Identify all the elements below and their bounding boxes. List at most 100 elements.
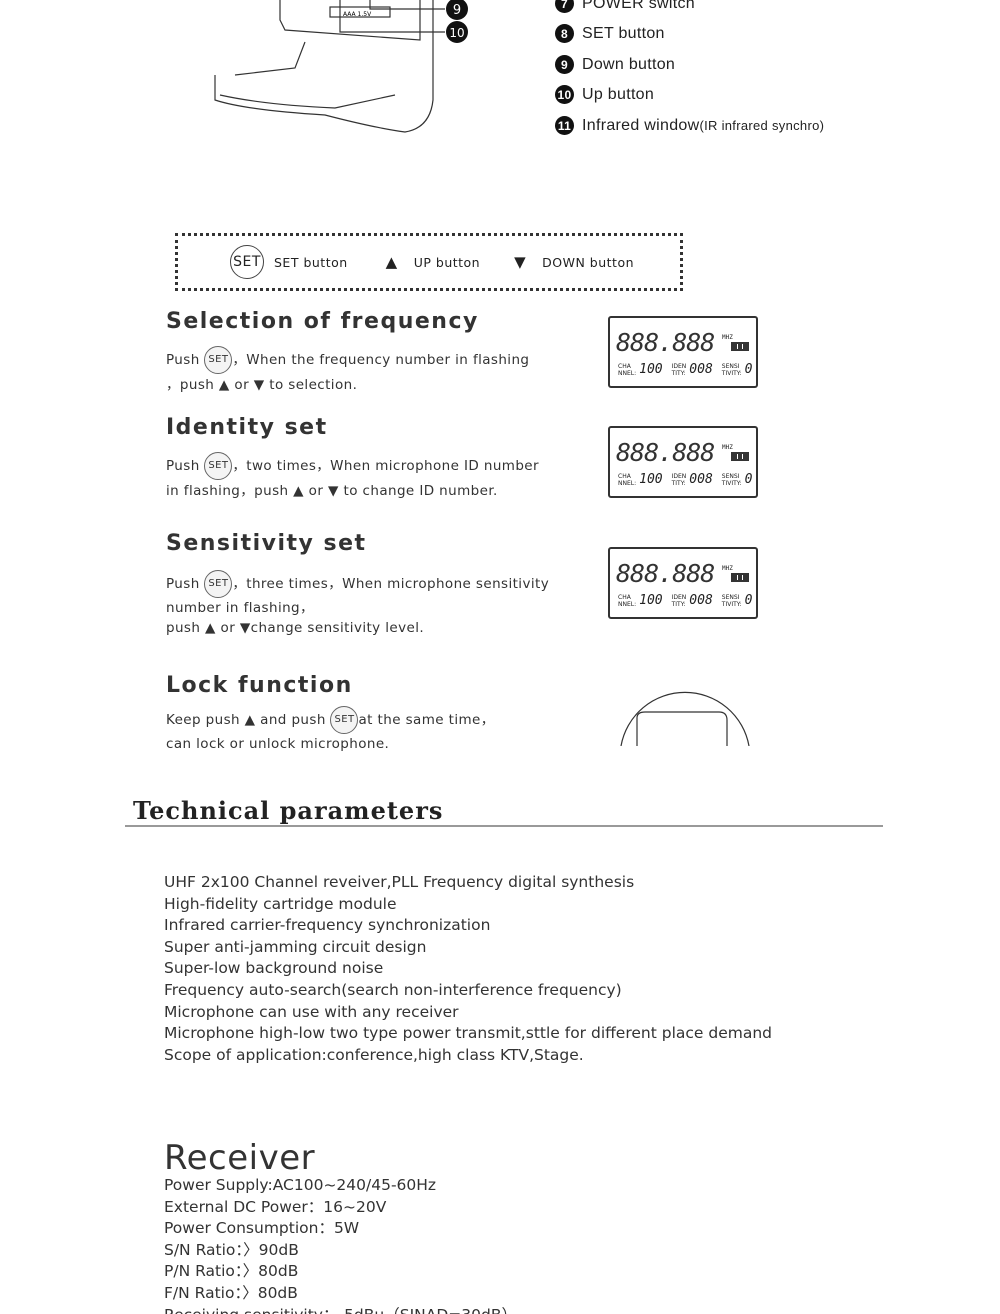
set-symbol: SET (230, 245, 264, 279)
section-text: Push SET ，When the frequency number in fl… (166, 346, 529, 396)
text-line: can lock or unlock microphone. (166, 736, 390, 752)
up-triangle-icon: ▲ (244, 712, 256, 728)
text-line: Super anti-jamming circuit design (164, 937, 427, 956)
number-badge: 10 (555, 85, 574, 104)
legend-label: SET button (582, 24, 665, 42)
battery-label: AAA 1.5V (343, 11, 372, 18)
text-line: Keep push (166, 712, 240, 728)
text-line: ，When the frequency number in flashing (232, 352, 530, 368)
text-line: External DC Power：16~20V (164, 1197, 387, 1216)
text-line: CHA NNEL: (618, 472, 637, 487)
button-key-box: SET SET button ▲ UP button ▼ DOWN button (175, 233, 683, 291)
lcd-sensitivity: 888.888 MHZ CHA NNEL: 100 IDEN TITY: 008 SENS… (608, 547, 758, 619)
text-line: Power Consumption：5W (164, 1219, 360, 1238)
tech-list: UHF 2x100 Channel reveiver,PLL Frequency… (164, 872, 772, 1066)
legend-note: (IR infrared synchro) (699, 117, 825, 133)
down-triangle-icon: ▼ (514, 253, 527, 271)
text-line: MHZ (722, 565, 733, 572)
section-text: Push SET ，three times，When microphone sen… (166, 570, 549, 638)
legend-item-7: 7 POWER switch (555, 0, 695, 13)
callout-10: 10 (449, 26, 464, 40)
set-key-label: SET button (274, 254, 348, 270)
text-line: Push (166, 576, 200, 592)
down-triangle-icon: ▼ (239, 620, 251, 636)
legend-label: Infrared window (582, 116, 700, 134)
text-line: CHA NNEL: (618, 593, 637, 608)
text-line: change sensitivity level. (250, 620, 425, 636)
text-line: 888.888 (616, 559, 715, 588)
text-line: 100 (639, 362, 663, 377)
text-line: number in flashing， (166, 600, 314, 616)
text-line: Push (166, 352, 200, 368)
callout-9: 9 (453, 3, 461, 18)
receiver-battery-diagram: 9 10 AAA 1.5V (214, 0, 468, 133)
text-line: ，three times，When microphone sensitivity (232, 576, 550, 592)
text-line: SENSI TIVITY: (721, 472, 742, 487)
section-title: Sensitivity set (166, 531, 367, 556)
text-line: Scope of application:conference,high cla… (164, 1045, 584, 1064)
battery-icon (731, 452, 749, 461)
number-badge: 8 (555, 24, 574, 43)
up-triangle-icon: ▲ (205, 620, 216, 636)
text-line: 888.888 (616, 438, 715, 467)
text-line: SENSI TIVITY: (721, 593, 742, 608)
text-line: or (308, 483, 324, 499)
battery-icon (731, 342, 749, 351)
text-line: 0 (744, 593, 753, 608)
manual-page: 9 10 AAA 1.5V 7 POWER switch 8 SET button … (0, 0, 1000, 1314)
legend-item-8: 8 SET button (555, 24, 665, 43)
legend-item-11: 11 Infrared window(IR infrared synchro) (555, 116, 824, 135)
legend-label: Up button (582, 85, 655, 103)
set-icon: SET (204, 346, 233, 374)
section-text: Keep push ▲ and push SET at the same time… (166, 706, 495, 754)
set-icon: SET (204, 570, 233, 598)
up-triangle-icon: ▲ (293, 483, 304, 499)
text-line: UHF 2x100 Channel reveiver,PLL Frequency… (164, 873, 635, 891)
battery-icon (731, 573, 749, 582)
text-line: Receiving sensitivity：-5dBu（SINAD=30dB） (164, 1305, 517, 1314)
text-line: CHA NNEL: (618, 362, 637, 377)
lcd-identity: 888.888 MHZ CHA NNEL: 100 IDEN TITY: 008 SENS… (608, 426, 758, 498)
text-line: 0 (744, 362, 753, 377)
text-line: or (234, 377, 250, 393)
lcd-frequency: 888.888 MHZ CHA NNEL: 100 IDEN TITY: 008 SENS… (608, 316, 758, 388)
text-line: High-fidelity cartridge module (164, 894, 397, 913)
text-line: Push (166, 458, 200, 474)
down-triangle-icon: ▼ (253, 377, 265, 393)
legend-item-10: 10 Up button (555, 85, 654, 104)
text-line: 888.888 (616, 328, 715, 357)
text-line: F/N Ratio：〉80dB (164, 1283, 298, 1302)
text-line: to selection. (269, 377, 358, 393)
text-line: 008 (689, 593, 713, 608)
receiver-heading: Receiver (164, 1138, 316, 1178)
text-line: Microphone high-low two type power trans… (164, 1024, 772, 1043)
down-key-label: DOWN button (542, 254, 635, 270)
text-line: at the same time， (358, 712, 495, 728)
text-line: push (166, 620, 201, 636)
text-line: ，two times，When microphone ID number (232, 458, 539, 474)
text-line: Power Supply:AC100~240/45-60Hz (164, 1176, 437, 1194)
technical-parameters-heading: Technical parameters (125, 796, 883, 827)
text-line: ，push (166, 377, 215, 393)
text-line: IDEN TITY: (671, 593, 687, 608)
text-line: to change ID number. (343, 483, 498, 499)
text-line: 100 (639, 593, 663, 608)
text-line: P/N Ratio：〉80dB (164, 1262, 299, 1281)
text-line: SENSI TIVITY: (721, 362, 742, 377)
text-line: Frequency auto-search(search non-interfe… (164, 980, 622, 999)
text-line: Infrared carrier-frequency synchronizati… (164, 916, 491, 935)
text-line: 008 (689, 472, 713, 487)
text-line: 100 (639, 472, 663, 487)
text-line: Microphone can use with any receiver (164, 1002, 459, 1021)
number-badge: 11 (555, 116, 574, 135)
text-line: 008 (689, 362, 713, 377)
legend-label: Down button (582, 55, 676, 73)
legend-label: POWER switch (582, 0, 695, 12)
section-text: Push SET ，two times，When microphone ID nu… (166, 452, 539, 502)
text-line: MHZ (722, 444, 733, 451)
legend-item-9: 9 Down button (555, 55, 675, 74)
text-line: S/N Ratio：〉90dB (164, 1240, 299, 1259)
text-line: 0 (744, 472, 753, 487)
text-line: IDEN TITY: (671, 472, 687, 487)
set-icon: SET (330, 706, 359, 734)
